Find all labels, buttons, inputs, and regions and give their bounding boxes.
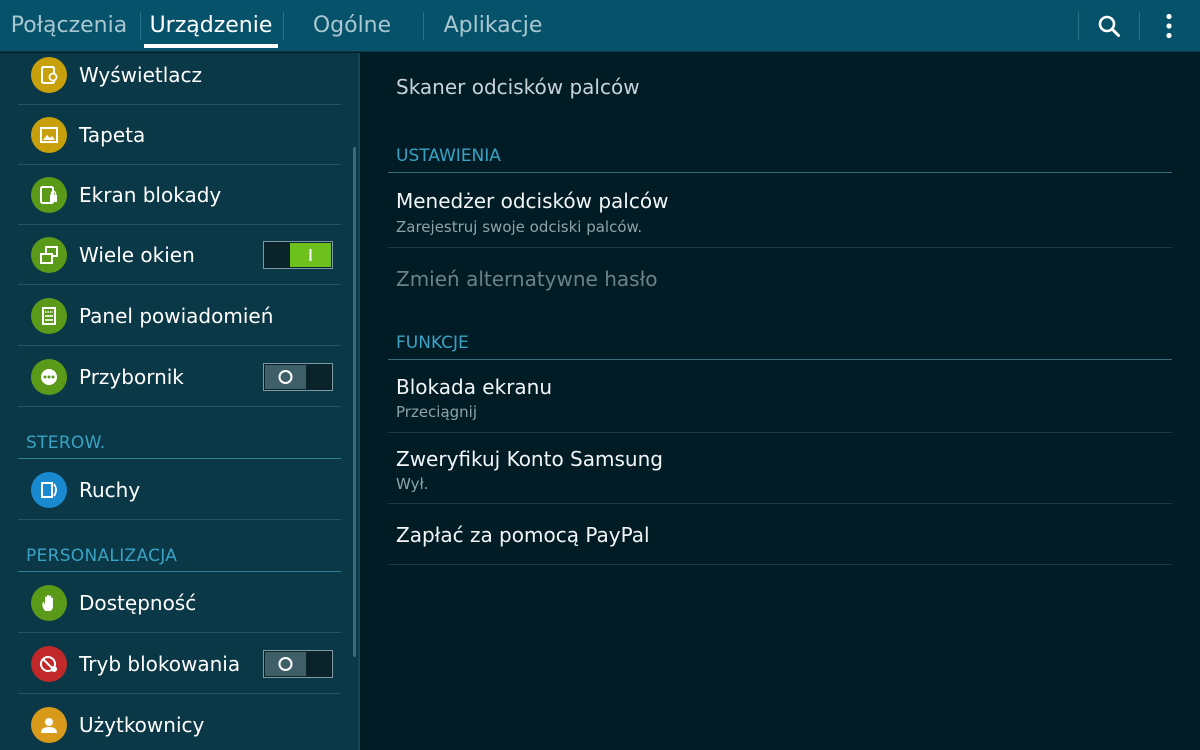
toolbox-icon xyxy=(31,359,67,395)
section-header-label: STEROW. xyxy=(26,433,106,453)
sidebar-item-label: Tryb blokowania xyxy=(79,652,241,676)
sidebar-item-wallpaper[interactable]: Tapeta xyxy=(18,105,341,165)
row-subtitle: Zarejestruj swoje odciski palców. xyxy=(396,218,643,236)
sidebar-item-motions[interactable]: Ruchy xyxy=(18,460,341,520)
row-subtitle: Przeciągnij xyxy=(396,403,478,421)
toggle-knob-on xyxy=(290,243,331,267)
section-header-personalizacja: PERSONALIZACJA xyxy=(18,538,341,572)
section-header-label: PERSONALIZACJA xyxy=(26,546,178,566)
sidebar-item-label: Ekran blokady xyxy=(79,183,222,207)
sidebar-item-label: Ruchy xyxy=(79,478,141,502)
row-title: Zapłać za pomocą PayPal xyxy=(396,523,650,547)
hand-icon xyxy=(31,585,67,621)
section-header-label: USTAWIENIA xyxy=(396,146,501,166)
sidebar-item-display[interactable]: Wyświetlacz xyxy=(18,53,341,105)
row-title: Zmień alternatywne hasło xyxy=(396,267,658,291)
row-subtitle: Wył. xyxy=(396,475,429,493)
verify-samsung-account-row[interactable]: Zweryfikuj Konto Samsung Wył. xyxy=(388,433,1172,504)
motions-icon xyxy=(31,472,67,508)
screen-lock-row[interactable]: Blokada ekranu Przeciągnij xyxy=(388,361,1172,433)
row-title: Blokada ekranu xyxy=(396,375,553,399)
active-tab-indicator xyxy=(144,44,278,48)
top-tab-bar: Połączenia Urządzenie Ogólne Aplikacje xyxy=(0,0,1200,52)
change-backup-password-row: Zmień alternatywne hasło xyxy=(388,248,1172,308)
tab-divider xyxy=(283,12,284,40)
multi-window-toggle[interactable] xyxy=(263,241,333,269)
sidebar-item-label: Użytkownicy xyxy=(79,713,205,737)
tab-divider xyxy=(423,12,424,40)
toolbar-divider xyxy=(1139,12,1140,40)
section-header-settings: USTAWIENIA xyxy=(388,137,1172,173)
settings-sidebar: Wyświetlacz Tapeta Ekran blokady Wiele o… xyxy=(0,53,358,750)
blocking-mode-icon xyxy=(31,646,67,682)
more-vert-icon[interactable] xyxy=(1149,0,1189,52)
tab-connections[interactable]: Połączenia xyxy=(10,0,128,52)
toolbox-toggle[interactable] xyxy=(263,363,333,391)
blocking-mode-toggle[interactable] xyxy=(263,650,333,678)
notification-panel-icon xyxy=(31,298,67,334)
sidebar-item-label: Panel powiadomień xyxy=(79,304,274,328)
toggle-knob-off xyxy=(265,365,306,389)
wallpaper-icon xyxy=(31,117,67,153)
sidebar-item-notification-panel[interactable]: Panel powiadomień xyxy=(18,286,341,346)
fingerprint-manager-row[interactable]: Menedżer odcisków palców Zarejestruj swo… xyxy=(388,175,1172,248)
pay-with-paypal-row[interactable]: Zapłać za pomocą PayPal xyxy=(388,504,1172,565)
section-header-sterow: STEROW. xyxy=(18,425,341,459)
sidebar-item-label: Tapeta xyxy=(79,123,146,147)
section-header-label: FUNKCJE xyxy=(396,333,469,353)
sidebar-item-toolbox[interactable]: Przybornik xyxy=(18,347,341,407)
row-title: Zweryfikuj Konto Samsung xyxy=(396,447,663,471)
toolbar-divider xyxy=(1078,12,1079,40)
sidebar-item-label: Wiele okien xyxy=(79,243,195,267)
sidebar-item-users[interactable]: Użytkownicy xyxy=(18,695,341,750)
row-title: Menedżer odcisków palców xyxy=(396,189,669,213)
lock-screen-icon xyxy=(31,177,67,213)
sidebar-scrollbar[interactable] xyxy=(353,147,356,657)
tab-applications[interactable]: Aplikacje xyxy=(440,0,546,52)
sidebar-item-multi-window[interactable]: Wiele okien xyxy=(18,225,341,285)
detail-pane: Skaner odcisków palców USTAWIENIA Menedż… xyxy=(360,53,1200,750)
sidebar-item-lock-screen[interactable]: Ekran blokady xyxy=(18,165,341,225)
sidebar-item-accessibility[interactable]: Dostępność xyxy=(18,573,341,633)
page-title: Skaner odcisków palców xyxy=(396,75,640,99)
multi-window-icon xyxy=(31,237,67,273)
users-icon xyxy=(31,707,67,743)
sidebar-item-label: Przybornik xyxy=(79,365,184,389)
tab-general[interactable]: Ogólne xyxy=(300,0,404,52)
sidebar-item-label: Wyświetlacz xyxy=(79,63,203,87)
tab-divider xyxy=(140,12,141,40)
search-icon[interactable] xyxy=(1089,0,1129,52)
section-header-functions: FUNKCJE xyxy=(388,324,1172,360)
display-icon xyxy=(31,57,67,93)
toggle-knob-off xyxy=(265,652,306,676)
sidebar-item-label: Dostępność xyxy=(79,591,197,615)
sidebar-item-blocking-mode[interactable]: Tryb blokowania xyxy=(18,634,341,694)
